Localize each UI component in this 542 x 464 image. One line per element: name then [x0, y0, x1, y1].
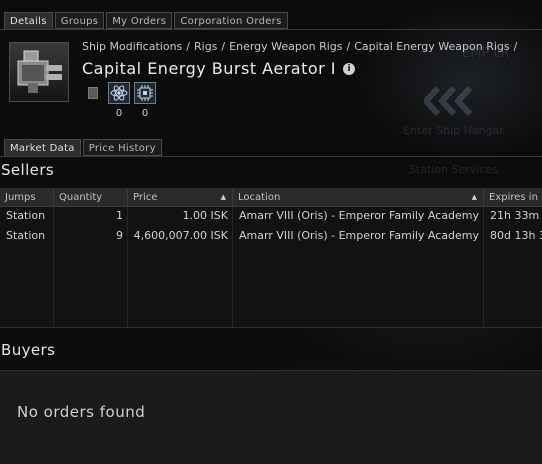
buyers-heading: Buyers: [1, 341, 56, 359]
column-header-label: Location: [238, 192, 281, 203]
column-header-label: Price: [133, 192, 158, 203]
cell-price: 4,600,007.00 ISK: [133, 229, 228, 242]
empty-state-text: No orders found: [17, 403, 146, 421]
rig-size-icon: [88, 87, 98, 99]
column-header-jumps[interactable]: Jumps: [0, 189, 54, 206]
divider: [0, 156, 542, 157]
breadcrumb: Ship Modifications / Rigs / Energy Weapon Ri…: [82, 40, 518, 53]
cell-location: Amarr VIII (Oris) - Emperor Family Acade…: [239, 209, 480, 222]
column-header-expires[interactable]: Expires in: [484, 189, 542, 206]
atom-icon: [110, 85, 128, 101]
tab-market-data[interactable]: Market Data: [4, 139, 81, 156]
cell-jumps: Station: [6, 209, 46, 222]
cell-quantity: 9: [116, 229, 123, 242]
cell-expires: 80d 13h 3: [490, 229, 542, 242]
breadcrumb-item[interactable]: Ship Modifications: [82, 40, 182, 53]
skill-atom-icon[interactable]: [108, 82, 130, 104]
sort-ascending-icon: ▲: [220, 193, 226, 201]
sort-ascending-icon: ▲: [471, 193, 477, 201]
table-row[interactable]: Station 1 1.00 ISK Amarr VIII (Oris) - E…: [0, 206, 542, 226]
skill-count: 0: [141, 108, 149, 119]
cell-expires: 21h 33m: [490, 209, 540, 222]
table-row[interactable]: Station 9 4,600,007.00 ISK Amarr VIII (O…: [0, 226, 542, 246]
tab-price-history[interactable]: Price History: [82, 139, 162, 156]
tab-groups[interactable]: Groups: [54, 12, 105, 29]
sellers-heading: Sellers: [1, 161, 55, 179]
sellers-table: Jumps Quantity Price ▲ Location ▲ Expire…: [0, 188, 542, 328]
skill-chip-icon[interactable]: [134, 82, 156, 104]
info-icon[interactable]: i: [343, 63, 355, 75]
column-header-location[interactable]: Location ▲: [233, 189, 484, 206]
background-text: Station Services: [409, 163, 498, 176]
tab-details[interactable]: Details: [4, 12, 53, 29]
breadcrumb-item[interactable]: Capital Energy Weapon Rigs: [354, 40, 509, 53]
buyers-table: No orders found: [0, 370, 542, 464]
tab-corporation-orders[interactable]: Corporation Orders: [174, 12, 288, 29]
background-text: Enter Ship Hangar: [403, 124, 504, 137]
cell-jumps: Station: [6, 229, 46, 242]
cell-price: 1.00 ISK: [182, 209, 228, 222]
breadcrumb-item[interactable]: Rigs: [194, 40, 217, 53]
undock-arrows-icon: [424, 86, 473, 116]
breadcrumb-item[interactable]: Energy Weapon Rigs: [229, 40, 342, 53]
divider: [0, 29, 542, 30]
cell-quantity: 1: [116, 209, 123, 222]
market-tab-bar: Market Data Price History: [4, 139, 162, 156]
item-icon[interactable]: [9, 42, 69, 102]
tab-my-orders[interactable]: My Orders: [106, 12, 173, 29]
rig-module-icon: [17, 50, 62, 93]
column-header-quantity[interactable]: Quantity: [54, 189, 128, 206]
cell-location: Amarr VIII (Oris) - Emperor Family Acade…: [239, 229, 480, 242]
table-header: Jumps Quantity Price ▲ Location ▲ Expire…: [0, 189, 542, 207]
skill-count: 0: [115, 108, 123, 119]
chip-icon: [137, 85, 153, 101]
top-tab-bar: Details Groups My Orders Corporation Ord…: [4, 12, 288, 29]
item-title: Capital Energy Burst Aerator I: [82, 59, 337, 78]
column-header-price[interactable]: Price ▲: [128, 189, 233, 206]
